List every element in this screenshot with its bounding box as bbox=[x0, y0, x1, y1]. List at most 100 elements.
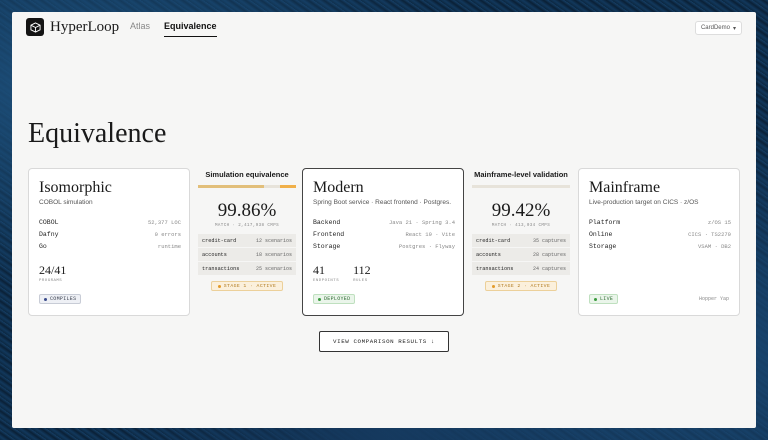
kv-row: Online CICS · TS2270 bbox=[589, 231, 731, 238]
progress-end-cap bbox=[280, 185, 296, 188]
status-label: DEPLOYED bbox=[324, 296, 351, 302]
scenario-name: credit-card bbox=[202, 237, 237, 244]
scenario-name: accounts bbox=[476, 251, 501, 258]
kv-value: CICS · TS2270 bbox=[688, 231, 731, 238]
match-percentage: 99.86% bbox=[217, 200, 277, 221]
kv-key: Frontend bbox=[313, 231, 345, 238]
kv-row: Go runtime bbox=[39, 243, 181, 250]
kv-key: Backend bbox=[313, 219, 341, 226]
scenario-list: credit-card 35 captures accounts 28 capt… bbox=[468, 234, 574, 275]
kv-row: Backend Java 21 · Spring 3.4 bbox=[313, 219, 455, 226]
kv-key: Storage bbox=[313, 243, 341, 250]
progress-track bbox=[472, 185, 570, 188]
kv-row: Platform z/OS 15 bbox=[589, 219, 731, 226]
scenario-count: 25 scenarios bbox=[255, 265, 292, 272]
scenario-row[interactable]: credit-card 12 scenarios bbox=[198, 234, 296, 247]
kv-value: VSAM · DB2 bbox=[697, 243, 731, 250]
stat: 41 ENDPOINTS bbox=[313, 263, 339, 283]
stat-row: 41 ENDPOINTS 112 RULES bbox=[313, 263, 371, 283]
stat-label: ENDPOINTS bbox=[313, 279, 340, 283]
card-title: Mainframe bbox=[589, 179, 661, 196]
card-mainframe[interactable]: Mainframe Live-production target on CICS… bbox=[578, 168, 740, 316]
main-nav: Atlas Equivalence bbox=[130, 21, 217, 37]
scenario-count: 35 captures bbox=[532, 237, 566, 244]
stat: 24/41 PROGRAMS bbox=[39, 263, 66, 283]
kv-value: runtime bbox=[157, 243, 181, 250]
bridge-mainframe: Mainframe-level validation 99.42% MATCH … bbox=[468, 170, 574, 291]
view-comparison-results-button[interactable]: VIEW COMPARISON RESULTS ↓ bbox=[319, 331, 449, 352]
kv-value: 52,377 LOC bbox=[147, 219, 181, 226]
cta-label: VIEW COMPARISON RESULTS bbox=[333, 338, 427, 345]
nav-atlas[interactable]: Atlas bbox=[130, 21, 150, 37]
kv-value: 0 errors bbox=[154, 231, 181, 238]
card-subtitle: Live-production target on CICS · z/OS bbox=[589, 199, 699, 206]
kv-row: Storage Postgres · Flyway bbox=[313, 243, 455, 250]
scenario-row[interactable]: accounts 18 scenarios bbox=[198, 248, 296, 261]
stage-badge: STAGE 2 · ACTIVE bbox=[485, 281, 557, 291]
top-bar: HyperLoop Atlas Equivalence CardDemo ▾ bbox=[12, 12, 756, 42]
scenario-row[interactable]: accounts 28 captures bbox=[472, 248, 570, 261]
match-label: MATCH · 413,034 CMPS bbox=[491, 224, 551, 228]
stat-row: 24/41 PROGRAMS bbox=[39, 263, 66, 283]
card-title: Modern bbox=[313, 179, 364, 196]
scenario-name: credit-card bbox=[476, 237, 511, 244]
scenario-count: 28 captures bbox=[532, 251, 566, 258]
card-isomorphic[interactable]: Isomorphic COBOL simulation COBOL 52,377… bbox=[28, 168, 190, 316]
stat-number: 41 bbox=[313, 263, 325, 277]
kv-key: Dafny bbox=[39, 231, 59, 238]
status-label: COMPILES bbox=[50, 296, 77, 302]
match-label: MATCH · 2,417,938 CMPS bbox=[214, 224, 280, 228]
stage-label: STAGE 2 · ACTIVE bbox=[497, 283, 551, 289]
status-badge: DEPLOYED bbox=[313, 294, 356, 304]
stat-label: RULES bbox=[353, 279, 368, 283]
status-dot-icon bbox=[44, 297, 47, 301]
progress-track bbox=[198, 185, 296, 188]
nav-equivalence[interactable]: Equivalence bbox=[164, 21, 217, 37]
kv-row: Dafny 0 errors bbox=[39, 231, 181, 238]
card-modern[interactable]: Modern Spring Boot service · React front… bbox=[302, 168, 464, 316]
match-percentage: 99.42% bbox=[491, 200, 551, 221]
progress-fill bbox=[198, 185, 264, 188]
scenario-name: transactions bbox=[476, 265, 514, 272]
card-subtitle: COBOL simulation bbox=[39, 199, 93, 206]
scenario-row[interactable]: credit-card 35 captures bbox=[472, 234, 570, 247]
project-dropdown[interactable]: CardDemo ▾ bbox=[694, 21, 742, 35]
stat-number: 112 bbox=[353, 263, 371, 277]
scenario-row[interactable]: transactions 25 scenarios bbox=[198, 262, 296, 275]
scenario-count: 24 captures bbox=[532, 265, 566, 272]
kv-key: Online bbox=[589, 231, 613, 238]
kv-key: Storage bbox=[589, 243, 617, 250]
kv-value: Postgres · Flyway bbox=[398, 243, 455, 250]
status-badge: LIVE bbox=[589, 294, 619, 304]
kv-value: Java 21 · Spring 3.4 bbox=[388, 219, 455, 226]
bridge-title: Mainframe-level validation bbox=[474, 170, 568, 179]
brand-name[interactable]: HyperLoop bbox=[50, 19, 119, 36]
scenario-count: 12 scenarios bbox=[255, 237, 292, 244]
stat-label: PROGRAMS bbox=[39, 279, 63, 283]
scenario-row[interactable]: transactions 24 captures bbox=[472, 262, 570, 275]
scenario-count: 18 scenarios bbox=[255, 251, 292, 258]
stage-dot-icon bbox=[491, 284, 495, 288]
kv-key: COBOL bbox=[39, 219, 59, 226]
kv-key: Platform bbox=[589, 219, 621, 226]
card-subtitle: Spring Boot service · React frontend · P… bbox=[313, 199, 452, 206]
bridge-title: Simulation equivalence bbox=[205, 170, 289, 179]
arrow-down-icon: ↓ bbox=[430, 338, 435, 345]
cube-icon[interactable] bbox=[26, 18, 44, 36]
kv-row: Storage VSAM · DB2 bbox=[589, 243, 731, 250]
project-name: CardDemo bbox=[700, 25, 730, 31]
scenario-name: transactions bbox=[202, 265, 240, 272]
bridge-simulation: Simulation equivalence 99.86% MATCH · 2,… bbox=[194, 170, 300, 291]
card-footnote: Hopper Yap bbox=[698, 296, 729, 302]
stat: 112 RULES bbox=[353, 263, 371, 283]
page-title: Equivalence bbox=[28, 118, 167, 149]
stage-label: STAGE 1 · ACTIVE bbox=[223, 283, 277, 289]
status-badge: COMPILES bbox=[39, 294, 82, 304]
kv-key: Go bbox=[39, 243, 47, 250]
scenario-name: accounts bbox=[202, 251, 227, 258]
status-label: LIVE bbox=[600, 296, 614, 302]
kv-row: Frontend React 19 · Vite bbox=[313, 231, 455, 238]
app-window: HyperLoop Atlas Equivalence CardDemo ▾ E… bbox=[12, 12, 756, 428]
stage-dot-icon bbox=[217, 284, 221, 288]
kv-value: React 19 · Vite bbox=[405, 231, 455, 238]
